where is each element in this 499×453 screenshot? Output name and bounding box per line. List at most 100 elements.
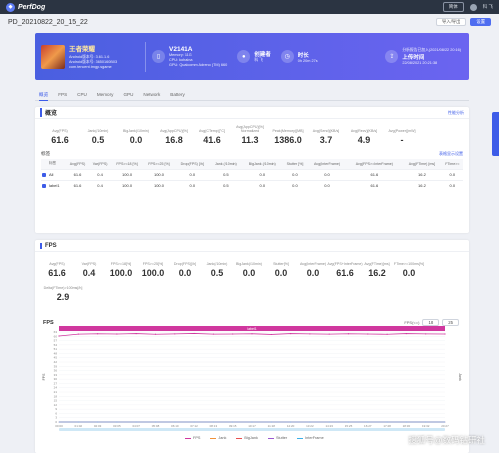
legend-item[interactable]: InterFrame [297, 436, 324, 440]
app-logo[interactable]: ◆ PerfDog [6, 2, 46, 12]
table-header[interactable]: Avg(FPS) [65, 159, 90, 169]
data-point-fps [193, 332, 195, 335]
data-point-interframe [58, 421, 60, 423]
table-header[interactable]: 标签 [46, 159, 66, 169]
user-name[interactable]: 科 飞 [483, 4, 493, 10]
table-row[interactable]: label1 61.6 0.4 100.0 100.0 0.0 0.5 0.0 0.0 0.0 61… [41, 179, 463, 191]
table-header[interactable]: Drop(FPS) [/h] [174, 159, 210, 169]
metric-label: BigJank(/10min) [236, 261, 262, 266]
x-tick-label: 20:27 [441, 424, 449, 428]
metric-value: 61.6 [48, 268, 66, 278]
table-header[interactable]: Avg(InterFrame) [307, 159, 347, 169]
page-title: PD_20210822_20_15_22 [8, 18, 88, 26]
performance-analysis-link[interactable]: 性能分析 [448, 110, 464, 116]
upload-icon: ⇪ [385, 50, 399, 63]
metric-value: 100.0 [141, 268, 165, 278]
data-point-interframe [328, 421, 330, 423]
session-banner: 王者荣耀 Android版本号: 3.61.1.6 Android版本号: 36… [35, 33, 469, 80]
user-avatar[interactable] [469, 3, 477, 11]
x-tick-label: 19:32 [422, 424, 430, 428]
metric-delta-ftime: Delta(FTime)>100ms[/h] 2.9 [43, 285, 83, 302]
table-header[interactable]: Var(FPS) [89, 159, 112, 169]
import-export-button[interactable]: 导入/导出 [436, 18, 467, 26]
y-tick-label: 21 [54, 390, 58, 394]
time-range-scrollbar[interactable] [59, 428, 445, 431]
clock-icon: ◷ [280, 50, 294, 63]
table-header[interactable]: Stutter [%] [282, 159, 308, 169]
data-point-fps [290, 332, 292, 335]
table-header[interactable]: BigJank (/10min) [242, 159, 283, 169]
data-point-interframe [135, 421, 137, 423]
table-cell: 0.5 [209, 168, 243, 180]
creator-value: 科 飞 [254, 58, 263, 62]
table-cell: 0.5 [209, 179, 243, 191]
metric-label: Avg(FPS) [49, 261, 65, 266]
table-cell: 100.0 [111, 168, 144, 180]
tab-fps[interactable]: FPS [58, 91, 67, 101]
table-header[interactable]: Jank (/10min) [209, 159, 243, 169]
data-point-fps [405, 332, 407, 335]
tab-cpu[interactable]: CPU [77, 91, 87, 101]
tab-overview[interactable]: 概览 [39, 91, 49, 101]
settings-button[interactable]: 设置 [470, 18, 491, 26]
tab-memory[interactable]: Memory [97, 91, 114, 101]
table-header[interactable]: FPS>=18 [%] [111, 159, 144, 169]
metric-value: 0.0 [242, 268, 256, 278]
table-header[interactable]: FTime>= [441, 159, 463, 169]
y-tick-label: 51 [54, 347, 58, 351]
data-point-fps [116, 333, 118, 335]
data-point-fps [77, 333, 79, 335]
y-tick-label: 6 [55, 411, 57, 415]
legend-item[interactable]: Stutter [267, 436, 287, 440]
table-row[interactable]: All 61.6 0.4 100.0 100.0 0.0 0.5 0.0 0.0 0.0 61.6 1… [41, 168, 463, 180]
x-tick-label: 01:02 [75, 424, 83, 428]
legend-item[interactable]: BigJank [236, 436, 258, 440]
table-header[interactable]: FPS>=25 [%] [143, 159, 175, 169]
fps-filter-a[interactable]: 18 [422, 319, 440, 326]
data-point-interframe [174, 421, 176, 423]
chart-legend: FPS Jank BigJank Stutter InterFrame [185, 436, 324, 440]
data-point-interframe [348, 421, 349, 423]
x-tick-label: 16:27 [364, 424, 372, 428]
fps-extra-metrics: Delta(FTime)>100ms[/h] 2.9 [35, 278, 469, 302]
perfdog-logo-icon: ◆ [6, 2, 15, 12]
x-tick-label: 07:12 [190, 424, 198, 428]
legend-swatch [185, 437, 191, 439]
metric-value: 41.6 [203, 135, 221, 145]
tab-network[interactable]: Network [143, 91, 160, 101]
data-point-fps [444, 333, 446, 335]
table-header[interactable]: Avg(FPS>=InterFrame) [346, 159, 403, 169]
y-tick-label: 12 [54, 403, 58, 407]
fps-line-chart[interactable]: label10369121518212427303336394245485154… [41, 326, 465, 434]
legend-item[interactable]: Jank [210, 436, 226, 440]
table-header[interactable]: Avg(FTime) [ms] [402, 159, 442, 169]
fps-metric: Avg(InterFrame) 0.0 [297, 256, 329, 278]
table-cell: 0.0 [307, 168, 347, 180]
table-settings-link[interactable]: 表格显示设置 [439, 151, 463, 157]
x-tick-label: 03:05 [113, 424, 121, 428]
language-switch[interactable]: 简体 [442, 2, 464, 12]
y-tick-label: 24 [54, 386, 58, 390]
metric-label: Var(FPS) [81, 261, 97, 266]
fps-metric: FPS>=18[%] 100.0 [105, 256, 137, 278]
app-name: PerfDog [18, 3, 46, 11]
y-tick-label: 60 [54, 334, 58, 338]
x-tick-label: 08:13 [210, 424, 218, 428]
metric-label: Peak(Memory)[MB] [272, 128, 304, 133]
data-point-interframe [97, 421, 98, 423]
side-drawer-tab[interactable] [492, 112, 499, 156]
data-point-interframe [406, 421, 407, 423]
user-icon: ● [237, 50, 251, 63]
tab-battery[interactable]: Battery [170, 91, 185, 101]
metric-value: 0.5 [91, 135, 105, 145]
metric-value: 61.6 [51, 135, 69, 145]
metric-label: Avg(CTemp)[°C] [199, 128, 225, 133]
tab-gpu[interactable]: GPU [123, 91, 133, 101]
overview-card: 概览 性能分析 Avg(FPS) 61.6 Jank(/10min) 0.5 BigJa… [35, 107, 469, 233]
metric-value: 16.8 [165, 135, 183, 145]
fps-filter-b[interactable]: 25 [442, 319, 459, 326]
legend-item[interactable]: FPS [185, 436, 200, 440]
y-tick-label: 63 [54, 330, 58, 334]
data-point-interframe [232, 421, 233, 423]
legend-label: BigJank [244, 436, 258, 440]
